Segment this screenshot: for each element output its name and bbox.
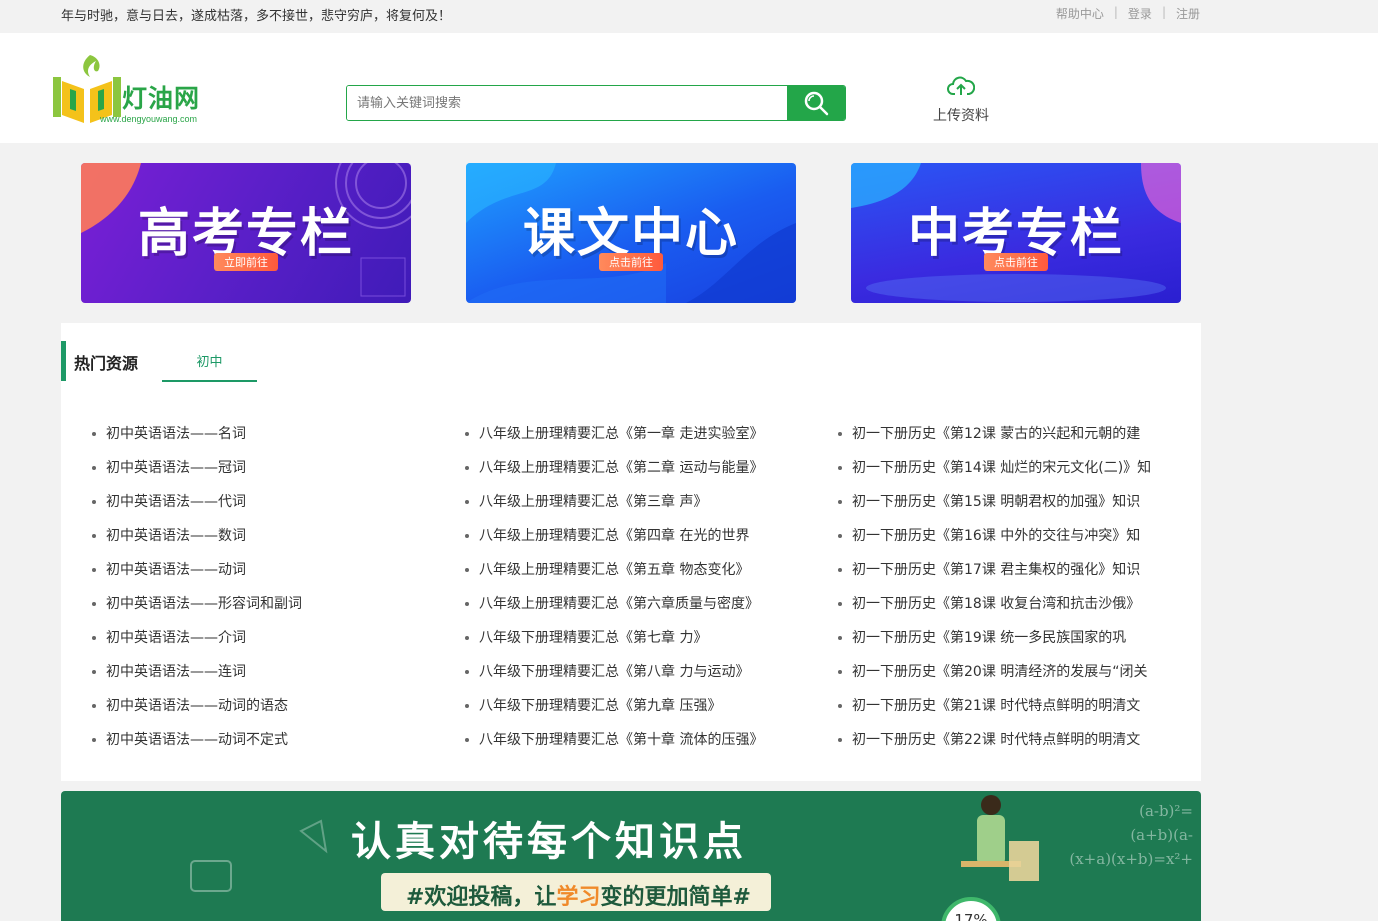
list-item[interactable]: 八年级上册理精要汇总《第三章 声》 <box>465 491 763 525</box>
list-item[interactable]: 初一下册历史《第15课 明朝君权的加强》知识 <box>838 491 1151 525</box>
logo[interactable]: 灯油网 www.dengyouwang.com <box>52 51 222 129</box>
resource-list-physics: 八年级上册理精要汇总《第一章 走进实验室》 八年级上册理精要汇总《第二章 运动与… <box>465 423 763 763</box>
top-bar: 年与时驰，意与日去，遂成枯落，多不接世，悲守穷庐，将复何及！ 帮助中心 | 登录… <box>0 0 1378 33</box>
list-item[interactable]: 八年级上册理精要汇总《第一章 走进实验室》 <box>465 423 763 457</box>
list-item[interactable]: 初中英语语法——形容词和副词 <box>92 593 302 627</box>
promo-subtitle: #欢迎投稿，让学习变的更加简单# <box>406 879 751 911</box>
list-item[interactable]: 八年级上册理精要汇总《第四章 在光的世界 <box>465 525 763 559</box>
motto-text: 年与时驰，意与日去，遂成枯落，多不接世，悲守穷庐，将复何及！ <box>61 9 452 24</box>
upload-label: 上传资料 <box>933 108 989 124</box>
gaokao-banner[interactable]: 高考专栏 立即前往 <box>81 163 411 303</box>
promo-title: 认真对待每个知识点 <box>351 819 747 865</box>
search-input[interactable] <box>347 86 787 120</box>
zhongkao-banner[interactable]: 中考专栏 点击前往 <box>851 163 1181 303</box>
list-item[interactable]: 初中英语语法——动词的语态 <box>92 695 302 729</box>
formula-line: (x+a)(x+b)=x²+ <box>1069 850 1193 868</box>
list-item[interactable]: 八年级下册理精要汇总《第九章 压强》 <box>465 695 763 729</box>
banner-cta[interactable]: 点击前往 <box>599 253 663 271</box>
list-item[interactable]: 八年级下册理精要汇总《第七章 力》 <box>465 627 763 661</box>
resource-list-english: 初中英语语法——名词 初中英语语法——冠词 初中英语语法——代词 初中英语语法—… <box>92 423 302 763</box>
promo-formula: (a-b)²= (a+b)(a- (x+a)(x+b)=x²+ <box>1069 799 1193 871</box>
list-item[interactable]: 初一下册历史《第20课 明清经济的发展与“闭关 <box>838 661 1151 695</box>
register-link[interactable]: 注册 <box>1176 5 1200 22</box>
list-item[interactable]: 八年级上册理精要汇总《第二章 运动与能量》 <box>465 457 763 491</box>
list-item[interactable]: 初一下册历史《第17课 君主集权的强化》知识 <box>838 559 1151 593</box>
list-item[interactable]: 初一下册历史《第19课 统一多民族国家的巩 <box>838 627 1151 661</box>
kewen-banner[interactable]: 课文中心 点击前往 <box>466 163 796 303</box>
formula-line: (a-b)²= <box>1139 802 1193 820</box>
list-item[interactable]: 初中英语语法——冠词 <box>92 457 302 491</box>
list-item[interactable]: 初一下册历史《第22课 时代特点鲜明的明清文 <box>838 729 1151 763</box>
login-link[interactable]: 登录 <box>1128 5 1152 22</box>
list-item[interactable]: 初中英语语法——连词 <box>92 661 302 695</box>
list-item[interactable]: 八年级上册理精要汇总《第五章 物态变化》 <box>465 559 763 593</box>
tab-junior-high[interactable]: 初中 <box>162 351 257 382</box>
divider: | <box>1161 5 1166 19</box>
promo-sub-prefix: #欢迎投稿，让 <box>406 885 557 910</box>
list-item[interactable]: 初中英语语法——介词 <box>92 627 302 661</box>
list-item[interactable]: 初一下册历史《第18课 收复台湾和抗击沙俄》 <box>838 593 1151 627</box>
promo-sub-suffix: 变的更加简单# <box>600 885 751 910</box>
banner-cta[interactable]: 点击前往 <box>984 253 1048 271</box>
section-accent-bar <box>61 341 66 381</box>
hot-resources-panel: 热门资源 初中 初中英语语法——名词 初中英语语法——冠词 初中英语语法——代词… <box>61 323 1201 781</box>
promo-banner[interactable]: 认真对待每个知识点 #欢迎投稿，让学习变的更加简单# (a-b)²= (a+b)… <box>61 791 1201 921</box>
logo-text: 灯油网 <box>122 84 201 113</box>
list-item[interactable]: 初中英语语法——代词 <box>92 491 302 525</box>
logo-url: www.dengyouwang.com <box>100 114 198 124</box>
search-icon <box>804 91 829 116</box>
upload-button[interactable]: 上传资料 <box>926 75 996 125</box>
list-item[interactable]: 八年级下册理精要汇总《第十章 流体的压强》 <box>465 729 763 763</box>
header: 灯油网 www.dengyouwang.com 上传资料 <box>0 33 1378 143</box>
cloud-upload-icon <box>947 76 976 95</box>
top-links: 帮助中心 | 登录 | 注册 <box>1056 5 1200 22</box>
list-item[interactable]: 八年级上册理精要汇总《第六章质量与密度》 <box>465 593 763 627</box>
promo-sub-highlight: 学习 <box>556 885 601 910</box>
list-item[interactable]: 初一下册历史《第16课 中外的交往与冲突》知 <box>838 525 1151 559</box>
divider: | <box>1113 5 1118 19</box>
formula-line: (a+b)(a- <box>1130 826 1193 844</box>
search-button[interactable] <box>787 86 845 120</box>
search-box <box>346 85 846 121</box>
list-item[interactable]: 初一下册历史《第21课 时代特点鲜明的明清文 <box>838 695 1151 729</box>
list-item[interactable]: 初中英语语法——动词 <box>92 559 302 593</box>
list-item[interactable]: 初中英语语法——动词不定式 <box>92 729 302 763</box>
list-item[interactable]: 初一下册历史《第14课 灿烂的宋元文化(二)》知 <box>838 457 1151 491</box>
banner-cta[interactable]: 立即前往 <box>214 253 278 271</box>
resource-list-history: 初一下册历史《第12课 蒙古的兴起和元朝的建 初一下册历史《第14课 灿烂的宋元… <box>838 423 1151 763</box>
list-item[interactable]: 初一下册历史《第12课 蒙古的兴起和元朝的建 <box>838 423 1151 457</box>
section-title: 热门资源 <box>74 354 139 373</box>
list-item[interactable]: 初中英语语法——名词 <box>92 423 302 457</box>
help-center-link[interactable]: 帮助中心 <box>1056 5 1104 22</box>
list-item[interactable]: 八年级下册理精要汇总《第八章 力与运动》 <box>465 661 763 695</box>
list-item[interactable]: 初中英语语法——数词 <box>92 525 302 559</box>
